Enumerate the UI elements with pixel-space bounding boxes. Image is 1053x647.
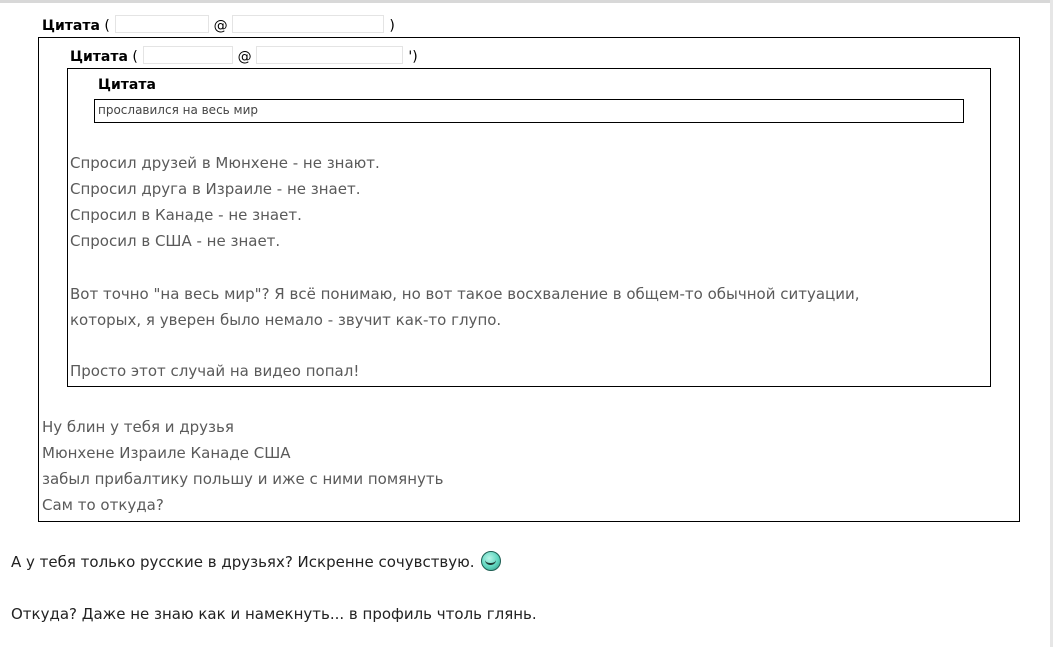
quote2-close-paren: ') <box>408 49 418 65</box>
quote2-label: Цитата <box>70 49 128 65</box>
quote2-at: @ <box>237 49 252 65</box>
quote3-label: Цитата <box>98 77 156 93</box>
reply-line: А у тебя только русские в друзьях? Искре… <box>11 549 501 575</box>
quote1-at: @ <box>213 18 228 34</box>
quote2-line: Спросил друга в Израиле - не знает. <box>70 180 361 198</box>
reply-text: А у тебя только русские в друзьях? Искре… <box>11 553 475 571</box>
quote2-header: Цитата ( @ ') <box>70 46 418 65</box>
reply-line: Откуда? Даже не знаю как и намекнуть... … <box>11 605 537 623</box>
quote1-line: Сам то откуда? <box>42 496 164 514</box>
quote2-line: которых, я уверен было немало - звучит к… <box>70 311 502 329</box>
quote1-date-redacted <box>232 15 385 33</box>
quote2-line: Вот точно "на весь мир"? Я всё понимаю, … <box>70 285 860 303</box>
quote2-date-redacted <box>256 46 404 64</box>
quote1-header: Цитата ( @ ) <box>42 15 395 34</box>
quote1-open-paren: ( <box>99 18 110 34</box>
quote1-line: Ну блин у тебя и друзья <box>42 418 234 436</box>
quote1-author-redacted <box>114 15 209 33</box>
quote2-line: Спросил в США - не знает. <box>70 232 281 250</box>
smiley-icon <box>480 551 501 571</box>
quote3-content: прославился на весь мир <box>94 99 964 123</box>
quote2-open-paren: ( <box>127 49 138 65</box>
quote1-line: Мюнхене Израиле Канаде США <box>42 444 291 462</box>
quote2-author-redacted <box>142 46 233 64</box>
quote2-line: Просто этот случай на видео попал! <box>70 362 360 380</box>
quote1-line: забыл прибалтику польшу и иже с ними пом… <box>42 470 444 488</box>
quote2-line: Спросил в Канаде - не знает. <box>70 206 302 224</box>
quote2-line: Спросил друзей в Мюнхене - не знают. <box>70 154 380 172</box>
quote1-close-paren: ) <box>389 18 395 34</box>
quote3-header: Цитата <box>98 77 156 93</box>
top-border <box>0 0 1053 3</box>
quote1-label: Цитата <box>42 18 100 34</box>
